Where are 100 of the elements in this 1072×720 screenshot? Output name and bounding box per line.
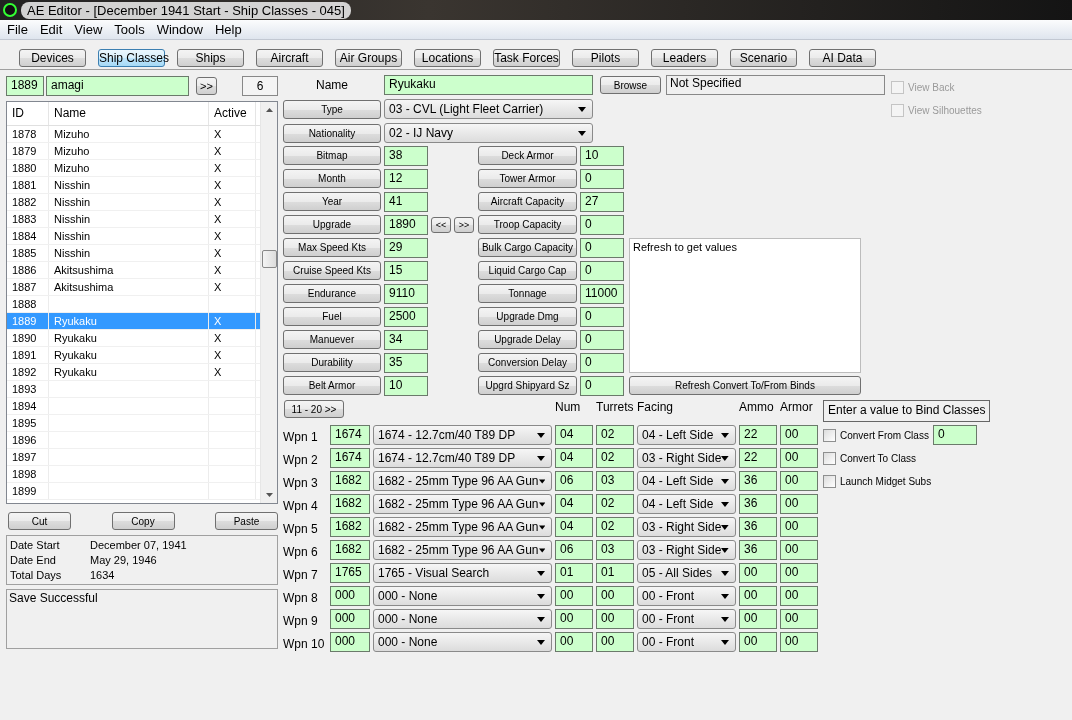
next-button[interactable]: >> xyxy=(196,76,217,95)
class-id-field[interactable]: 0 xyxy=(933,425,977,445)
field-label-button[interactable]: Type xyxy=(283,99,381,119)
device-dropdown[interactable]: 1682 - 25mm Type 96 AA Gun xyxy=(373,517,552,537)
turrets-field[interactable]: 03 xyxy=(596,540,634,560)
value-field[interactable]: 34 xyxy=(384,330,428,350)
num-field[interactable]: 00 xyxy=(555,586,593,606)
field-label-button[interactable]: Troop Capacity xyxy=(478,215,577,234)
value-field[interactable]: 0 xyxy=(580,238,624,258)
field-label-button[interactable]: Durability xyxy=(283,353,381,372)
value-field[interactable]: 38 xyxy=(384,146,428,166)
field-label-button[interactable]: Max Speed Kts xyxy=(283,238,381,257)
device-dropdown[interactable]: 1765 - Visual Search xyxy=(373,563,552,583)
field-label-button[interactable]: Belt Armor xyxy=(283,376,381,395)
menu-item[interactable]: Window xyxy=(150,22,209,37)
value-field[interactable]: 35 xyxy=(384,353,428,373)
toolbar-tab[interactable]: Task Forces xyxy=(493,49,560,67)
num-field[interactable]: 00 xyxy=(555,632,593,652)
toolbar-tab[interactable]: Ships xyxy=(177,49,244,67)
value-field[interactable]: 0 xyxy=(580,307,624,327)
armor-field[interactable]: 00 xyxy=(780,632,818,652)
clipboard-button[interactable]: Paste xyxy=(215,512,278,530)
turrets-field[interactable]: 00 xyxy=(596,609,634,629)
id-field[interactable]: 1889 xyxy=(6,75,44,96)
ammo-field[interactable]: 36 xyxy=(739,540,777,560)
device-dropdown[interactable]: 1674 - 12.7cm/40 T89 DP xyxy=(373,448,552,468)
value-field[interactable]: 9110 xyxy=(384,284,428,304)
turrets-field[interactable]: 02 xyxy=(596,448,634,468)
table-row[interactable]: 1885 Nisshin X xyxy=(7,245,260,262)
field-label-button[interactable]: Nationality xyxy=(283,123,381,143)
value-field[interactable]: 0 xyxy=(580,215,624,235)
device-dropdown[interactable]: 1682 - 25mm Type 96 AA Gun xyxy=(373,494,552,514)
field-label-button[interactable]: Conversion Delay xyxy=(478,353,577,372)
menu-item[interactable]: Edit xyxy=(33,22,69,37)
num-field[interactable]: 00 xyxy=(555,609,593,629)
ammo-field[interactable]: 36 xyxy=(739,517,777,537)
num-field[interactable]: 04 xyxy=(555,425,593,445)
search-field[interactable]: amagi xyxy=(46,75,189,96)
toolbar-tab[interactable]: Air Groups xyxy=(335,49,402,67)
scroll-up-icon[interactable] xyxy=(265,108,273,112)
count-field[interactable]: 6 xyxy=(242,75,278,96)
table-row[interactable]: 1886 Akitsushima X xyxy=(7,262,260,279)
table-row[interactable]: 1895 xyxy=(7,415,260,432)
device-id-field[interactable]: 000 xyxy=(330,632,370,652)
value-field[interactable]: 15 xyxy=(384,261,428,281)
table-row[interactable]: 1899 xyxy=(7,483,260,500)
armor-field[interactable]: 00 xyxy=(780,609,818,629)
checkbox[interactable] xyxy=(823,428,836,442)
dropdown[interactable]: 03 - CVL (Light Fleet Carrier) xyxy=(384,99,593,119)
device-id-field[interactable]: 000 xyxy=(330,609,370,629)
value-field[interactable]: 27 xyxy=(580,192,624,212)
table-row[interactable]: 1896 xyxy=(7,432,260,449)
device-dropdown[interactable]: 1674 - 12.7cm/40 T89 DP xyxy=(373,425,552,445)
device-dropdown[interactable]: 000 - None xyxy=(373,609,552,629)
field-label-button[interactable]: Upgrade Delay xyxy=(478,330,577,349)
column-header[interactable]: Active xyxy=(209,102,256,125)
column-header[interactable]: ID xyxy=(7,102,49,125)
value-field[interactable]: 0 xyxy=(580,261,624,281)
value-field[interactable]: 0 xyxy=(580,169,624,189)
table-row[interactable]: 1878 Mizuho X xyxy=(7,126,260,143)
checkbox[interactable] xyxy=(823,474,836,488)
facing-dropdown[interactable]: 03 - Right Side xyxy=(637,517,736,537)
device-dropdown[interactable]: 000 - None xyxy=(373,632,552,652)
toolbar-tab[interactable]: Pilots xyxy=(572,49,639,67)
device-id-field[interactable]: 1682 xyxy=(330,471,370,491)
table-row[interactable]: 1893 xyxy=(7,381,260,398)
turrets-field[interactable]: 02 xyxy=(596,425,634,445)
field-label-button[interactable]: Month xyxy=(283,169,381,188)
toolbar-tab[interactable]: Leaders xyxy=(651,49,718,67)
ammo-field[interactable]: 00 xyxy=(739,609,777,629)
value-field[interactable]: 0 xyxy=(580,353,624,373)
table-row[interactable]: 1887 Akitsushima X xyxy=(7,279,260,296)
field-label-button[interactable]: Year xyxy=(283,192,381,211)
value-field[interactable]: 12 xyxy=(384,169,428,189)
scrollbar[interactable] xyxy=(260,102,277,503)
value-field[interactable]: 0 xyxy=(580,330,624,350)
turrets-field[interactable]: 02 xyxy=(596,517,634,537)
step-button[interactable]: >> xyxy=(454,217,474,233)
value-field[interactable]: 0 xyxy=(580,376,624,396)
field-label-button[interactable]: Liquid Cargo Cap xyxy=(478,261,577,280)
value-field[interactable]: 1890 xyxy=(384,215,428,235)
dropdown[interactable]: 02 - IJ Navy xyxy=(384,123,593,143)
value-field[interactable]: 10 xyxy=(580,146,624,166)
device-id-field[interactable]: 000 xyxy=(330,586,370,606)
column-header[interactable]: Name xyxy=(49,102,209,125)
value-field[interactable]: 29 xyxy=(384,238,428,258)
turrets-field[interactable]: 02 xyxy=(596,494,634,514)
value-field[interactable]: 41 xyxy=(384,192,428,212)
toolbar-tab[interactable]: AI Data xyxy=(809,49,876,67)
value-field[interactable]: 11000 xyxy=(580,284,624,304)
field-label-button[interactable]: Cruise Speed Kts xyxy=(283,261,381,280)
toolbar-tab[interactable]: Aircraft xyxy=(256,49,323,67)
facing-dropdown[interactable]: 05 - All Sides xyxy=(637,563,736,583)
scroll-down-icon[interactable] xyxy=(265,493,273,497)
device-id-field[interactable]: 1682 xyxy=(330,540,370,560)
device-id-field[interactable]: 1682 xyxy=(330,517,370,537)
field-label-button[interactable]: Bulk Cargo Capacity xyxy=(478,238,577,257)
num-field[interactable]: 04 xyxy=(555,517,593,537)
table-row[interactable]: 1881 Nisshin X xyxy=(7,177,260,194)
device-dropdown[interactable]: 000 - None xyxy=(373,586,552,606)
